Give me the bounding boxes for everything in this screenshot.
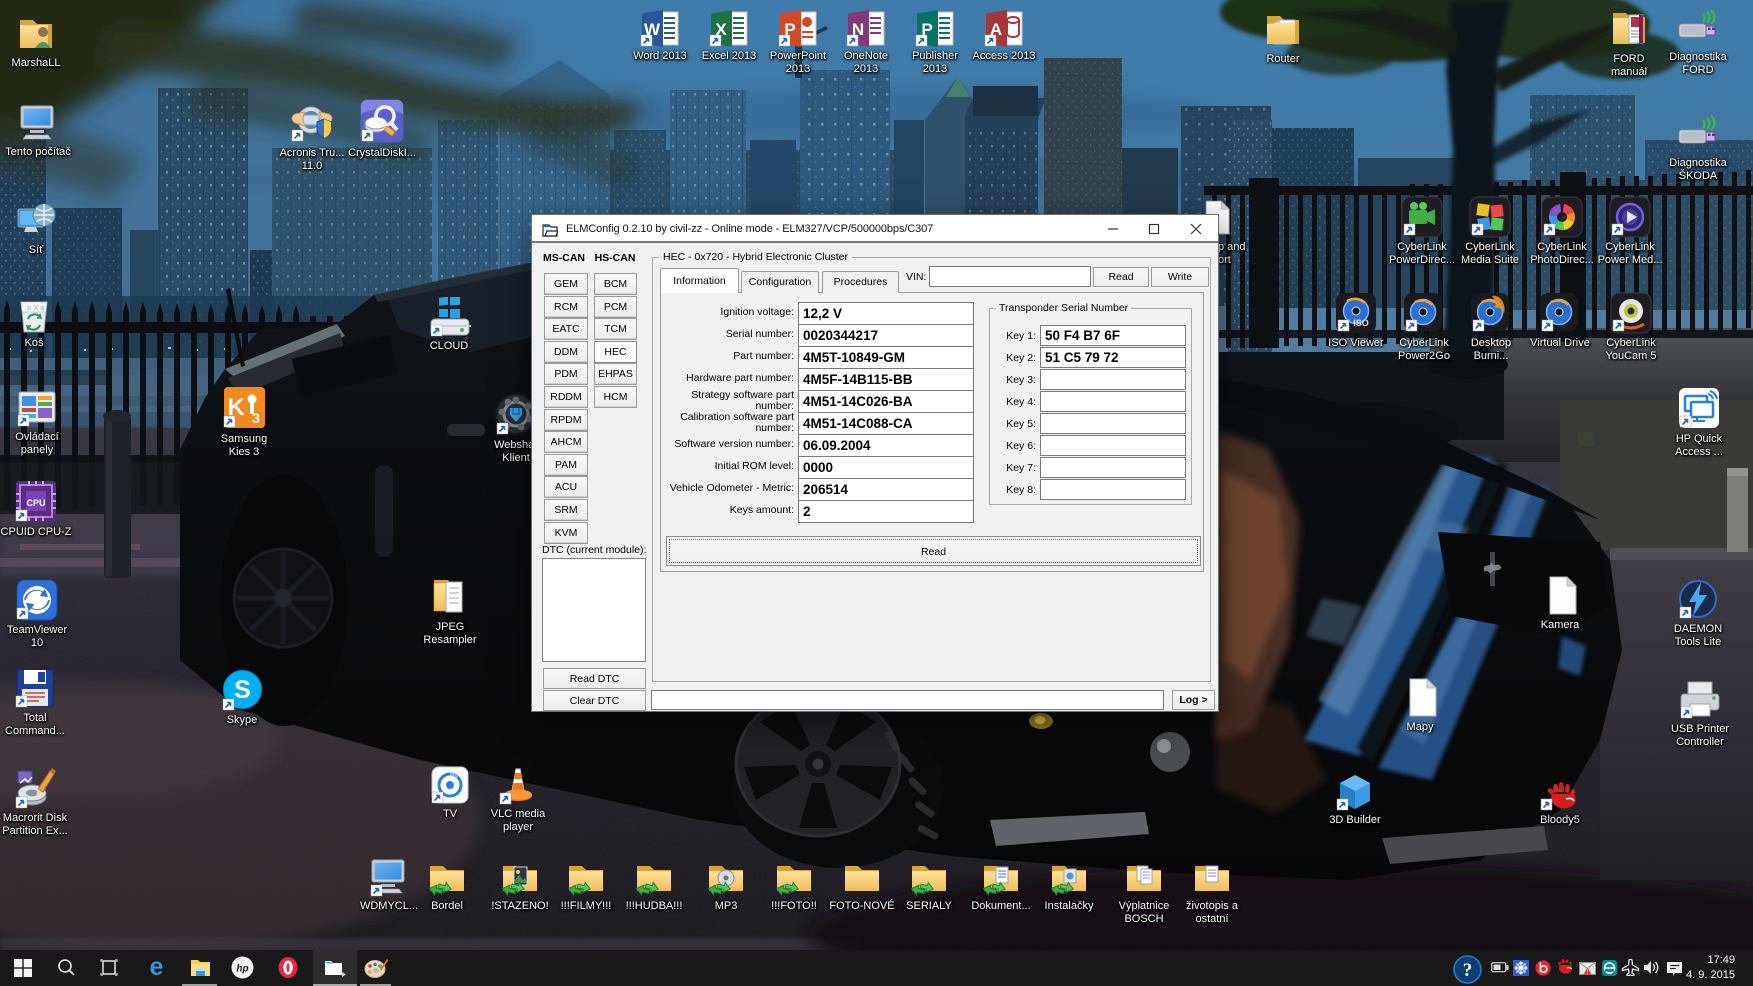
svg-text:ISO: ISO [1353,318,1369,328]
svg-text:!: ! [1587,970,1589,976]
svg-text:3: 3 [252,410,260,426]
svg-text:CPU: CPU [26,498,45,508]
svg-text:?: ? [1463,960,1473,981]
svg-text:hp: hp [236,964,248,975]
svg-text:S: S [234,676,251,704]
